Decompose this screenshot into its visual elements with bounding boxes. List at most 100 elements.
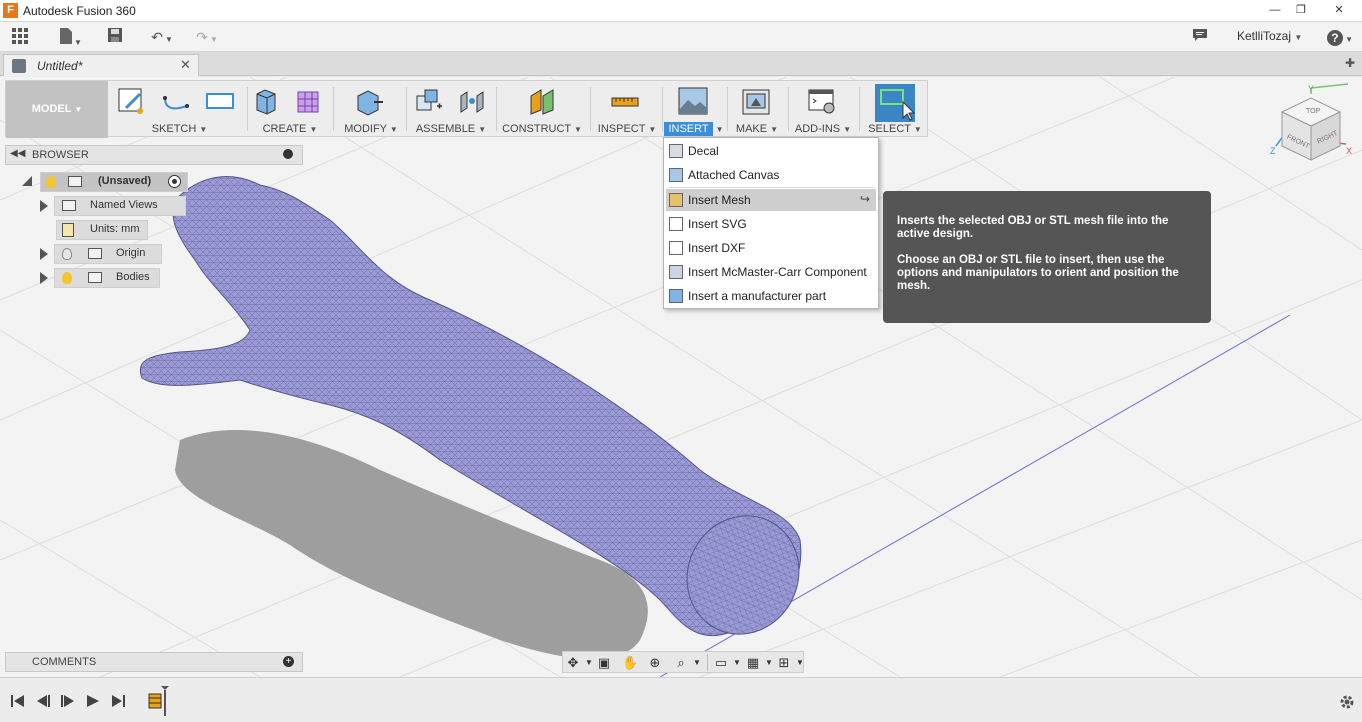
viewports-dropdown-icon[interactable]: ▼ xyxy=(792,655,808,671)
visibility-bulb-icon[interactable] xyxy=(62,248,72,260)
timeline-end-icon[interactable] xyxy=(110,694,126,708)
activate-radio-icon[interactable] xyxy=(168,175,181,188)
construct-label: CONSTRUCT xyxy=(502,123,571,135)
restore-button[interactable]: ❐ xyxy=(1289,2,1313,18)
close-window-button[interactable]: ✕ xyxy=(1327,2,1351,18)
menu-item-insert-dxf[interactable]: Insert DXF xyxy=(666,237,876,259)
make-group[interactable]: MAKE ▼ xyxy=(728,81,786,138)
visibility-bulb-icon[interactable] xyxy=(46,176,56,188)
zoom-icon[interactable]: ⊕ xyxy=(647,655,663,671)
close-tab-icon[interactable]: ✕ xyxy=(180,57,191,73)
expand-origin-icon[interactable] xyxy=(40,248,48,260)
browser-panel-header[interactable]: ◀◀ BROWSER xyxy=(5,145,303,165)
data-panel-grid-icon[interactable] xyxy=(10,27,30,47)
collapse-root-icon[interactable] xyxy=(22,176,32,186)
pin-to-toolbar-icon[interactable]: ↪ xyxy=(860,192,870,206)
offset-plane-icon[interactable] xyxy=(527,86,557,116)
look-at-icon[interactable]: ▣ xyxy=(596,655,612,671)
rectangle-icon[interactable] xyxy=(205,86,235,116)
title-bar: F Autodesk Fusion 360 — ❐ ✕ xyxy=(0,0,1362,22)
orbit-dropdown-icon[interactable]: ▼ xyxy=(581,655,597,671)
extrude-box-icon[interactable] xyxy=(251,86,281,116)
construct-group[interactable]: CONSTRUCT ▼ xyxy=(498,81,586,138)
save-icon[interactable] xyxy=(106,27,124,47)
create-group[interactable]: CREATE ▼ xyxy=(248,81,332,138)
menu-item-label: Attached Canvas xyxy=(688,168,780,182)
add-ins-group[interactable]: ADD-INS ▼ xyxy=(790,81,856,138)
viewcube[interactable]: TOP FRONT RIGHT Y Z X xyxy=(1266,82,1356,162)
mesh-icon xyxy=(669,193,683,207)
select-tool-icon[interactable] xyxy=(875,84,916,122)
file-menu-icon[interactable]: ▼ xyxy=(55,27,85,47)
assemble-label: ASSEMBLE xyxy=(415,123,476,135)
assemble-group[interactable]: ASSEMBLE ▼ xyxy=(407,81,495,138)
pan-hand-icon[interactable]: ✋ xyxy=(622,655,638,671)
comment-bubble-icon[interactable] xyxy=(1190,27,1210,47)
browser-item-units[interactable]: Units: mm xyxy=(56,220,148,240)
browser-root-node[interactable]: (Unsaved) xyxy=(18,172,188,192)
document-tab-label: Untitled* xyxy=(37,59,83,73)
browser-item-named-views[interactable]: Named Views xyxy=(36,196,186,216)
browser-item-origin[interactable]: Origin xyxy=(36,244,162,264)
redo-icon[interactable]: ↷ ▼ xyxy=(190,27,224,47)
workspace-switcher[interactable]: MODEL ▼ xyxy=(6,81,108,138)
menu-item-decal[interactable]: Decal xyxy=(666,140,876,162)
expand-named-views-icon[interactable] xyxy=(40,200,48,212)
select-group[interactable]: SELECT ▼ xyxy=(862,81,928,138)
visibility-bulb-icon[interactable] xyxy=(62,272,72,284)
fit-icon[interactable]: ⌕ xyxy=(673,655,689,671)
new-component-icon[interactable] xyxy=(413,86,443,116)
modify-group[interactable]: MODIFY ▼ xyxy=(336,81,406,138)
sketch-label: SKETCH xyxy=(151,123,197,135)
press-pull-icon[interactable] xyxy=(354,86,384,116)
manufacturer-part-icon xyxy=(669,289,683,303)
timeline-previous-icon[interactable] xyxy=(35,694,51,708)
3d-print-icon[interactable] xyxy=(741,86,771,116)
menu-item-insert-svg[interactable]: Insert SVG xyxy=(666,213,876,235)
sketch-group[interactable]: SKETCH ▼ xyxy=(113,81,246,138)
undo-icon[interactable]: ↶ ▼ xyxy=(145,27,179,47)
timeline-play-icon[interactable] xyxy=(85,694,101,708)
orbit-icon[interactable]: ✥ xyxy=(565,655,581,671)
grid-dropdown-icon[interactable]: ▼ xyxy=(761,655,777,671)
timeline-next-icon[interactable] xyxy=(60,694,76,708)
timeline-mesh-feature-icon[interactable] xyxy=(145,686,171,716)
viewcube-top-face[interactable]: TOP xyxy=(1306,108,1321,115)
insert-image-icon[interactable] xyxy=(678,86,708,116)
document-tab[interactable]: Untitled* ✕ xyxy=(3,54,199,76)
display-settings-icon[interactable]: ▭ xyxy=(713,655,729,671)
expand-bodies-icon[interactable] xyxy=(40,272,48,284)
timeline-start-icon[interactable] xyxy=(10,694,26,708)
menu-item-insert-mesh[interactable]: Insert Mesh ↪ xyxy=(666,189,876,211)
line-icon[interactable] xyxy=(161,86,191,116)
insert-group[interactable]: INSERT ▼ xyxy=(663,81,725,138)
add-comment-icon[interactable]: + xyxy=(283,656,294,667)
menu-item-manufacturer-part[interactable]: Insert a manufacturer part xyxy=(666,285,876,307)
display-dropdown-icon[interactable]: ▼ xyxy=(729,655,745,671)
create-sketch-icon[interactable] xyxy=(116,86,146,116)
measure-icon[interactable] xyxy=(610,86,640,116)
scripts-addins-icon[interactable] xyxy=(807,86,837,116)
help-icon[interactable]: ? ▼ xyxy=(1325,27,1355,47)
comments-panel-header[interactable]: COMMENTS + xyxy=(5,652,303,672)
menu-item-attached-canvas[interactable]: Attached Canvas xyxy=(666,164,876,186)
minimize-button[interactable]: — xyxy=(1263,2,1287,18)
named-views-label: Named Views xyxy=(90,199,158,211)
make-label: MAKE xyxy=(735,123,768,135)
fit-dropdown-icon[interactable]: ▼ xyxy=(689,655,705,671)
grid-settings-icon[interactable]: ▦ xyxy=(745,655,761,671)
fusion-app-icon: F xyxy=(3,3,18,18)
user-account-menu[interactable]: KetlliTozaj ▼ xyxy=(1237,29,1302,43)
timeline-settings-gear-icon[interactable] xyxy=(1338,693,1356,711)
viewports-icon[interactable]: ⊞ xyxy=(776,655,792,671)
new-tab-icon[interactable]: ✚ xyxy=(1345,56,1355,70)
menu-item-insert-mcmaster[interactable]: Insert McMaster-Carr Component xyxy=(666,261,876,283)
inspect-group[interactable]: INSPECT ▼ xyxy=(592,81,662,138)
browser-pin-icon[interactable] xyxy=(283,149,293,159)
user-name-label: KetlliTozaj xyxy=(1237,29,1292,43)
document-tab-bar: Untitled* ✕ ✚ xyxy=(0,52,1362,76)
form-icon[interactable] xyxy=(294,86,324,116)
browser-item-bodies[interactable]: Bodies xyxy=(36,268,160,288)
collapse-browser-icon[interactable]: ◀◀ xyxy=(10,148,25,159)
joint-icon[interactable] xyxy=(457,86,487,116)
